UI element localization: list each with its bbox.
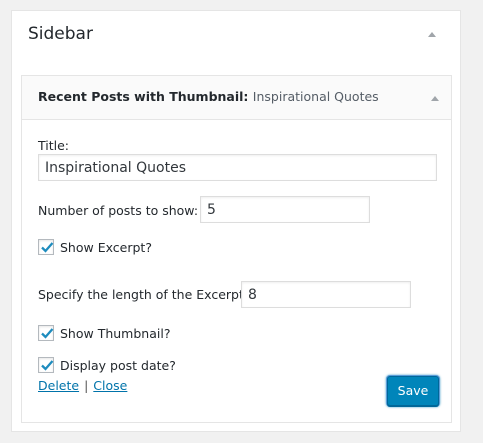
delete-link[interactable]: Delete [38,378,79,393]
show-excerpt-label: Show Excerpt? [60,240,152,255]
widget-control-actions: Delete | Close [38,378,127,393]
show-thumbnail-label: Show Thumbnail? [60,326,171,341]
widget-name: Recent Posts with Thumbnail: [38,89,249,104]
num-posts-label: Number of posts to show: [38,203,199,218]
close-link[interactable]: Close [93,378,127,393]
widget-header[interactable]: Recent Posts with Thumbnail: Inspiration… [22,76,451,120]
widget-collapse-arrow-icon[interactable] [431,96,439,101]
num-posts-input[interactable] [200,196,370,223]
sidebar-title: Sidebar [28,24,93,44]
recent-posts-widget: Recent Posts with Thumbnail: Inspiration… [21,75,452,423]
save-button[interactable]: Save [387,376,439,406]
display-date-label: Display post date? [60,358,176,373]
show-thumbnail-checkbox[interactable] [38,325,54,341]
excerpt-length-label: Specify the length of the Excerpt: [38,287,249,302]
title-input[interactable] [38,154,437,181]
widget-title: Recent Posts with Thumbnail: Inspiration… [38,89,379,104]
checkmark-icon [41,328,54,339]
widget-instance-title: Inspirational Quotes [252,89,379,104]
checkmark-icon [41,360,54,371]
sidebar-collapse-arrow-icon[interactable] [428,32,436,37]
excerpt-length-input[interactable] [241,281,411,308]
sidebar-header[interactable]: Sidebar [12,11,460,63]
checkmark-icon [41,242,54,253]
display-date-checkbox[interactable] [38,357,54,373]
title-label: Title: [38,138,69,153]
show-excerpt-checkbox[interactable] [38,239,54,255]
action-separator: | [84,378,89,393]
sidebar-panel: Sidebar Recent Posts with Thumbnail: Ins… [11,10,461,432]
